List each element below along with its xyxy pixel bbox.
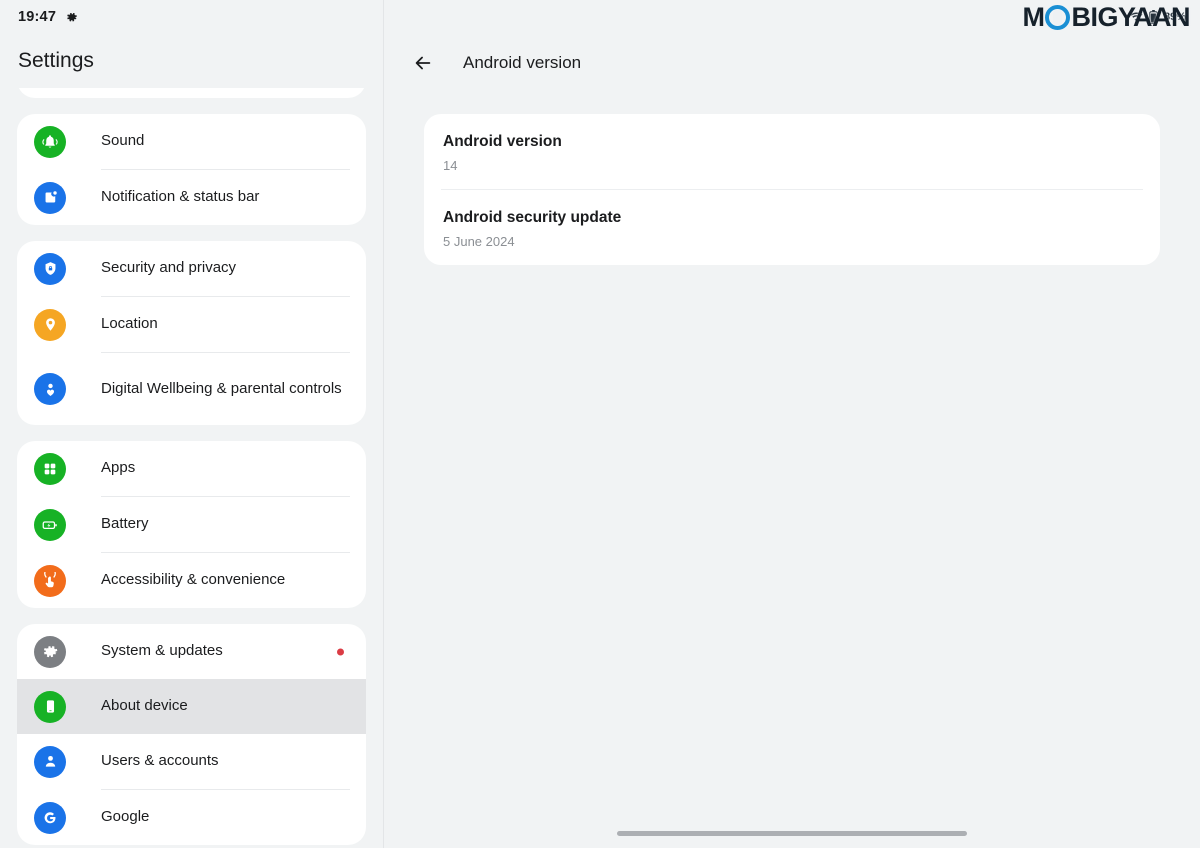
notification-card-icon: [34, 181, 66, 214]
location-pin-icon: [34, 308, 66, 341]
sidebar-item-notification-status-bar[interactable]: Notification & status bar: [17, 170, 366, 225]
sidebar-item-google[interactable]: Google: [17, 790, 366, 845]
settings-app-window: 19:47 89% M BIGYAAN Settings Sound Notif…: [0, 0, 1200, 848]
content-header: Android version: [384, 34, 1200, 92]
sidebar-item-about-device[interactable]: About device: [17, 679, 366, 734]
content-body: Android version 14 Android security upda…: [384, 92, 1200, 848]
sidebar-item-location[interactable]: Location: [17, 297, 366, 352]
sidebar-item-label: Location: [101, 315, 158, 333]
page-title: Settings: [18, 49, 94, 72]
watermark-text-after: BIGYAAN: [1071, 2, 1190, 32]
watermark-text-before: M: [1022, 2, 1045, 32]
sidebar-item-digital-wellbeing[interactable]: Digital Wellbeing & parental controls: [17, 353, 366, 425]
sidebar-item-label: Battery: [101, 515, 149, 533]
info-row-key: Android version: [443, 133, 562, 150]
status-badge: [337, 648, 344, 655]
shield-lock-icon: [34, 252, 66, 285]
info-row-android-security-update[interactable]: Android security update 5 June 2024: [441, 190, 1143, 265]
info-row-value: 14: [443, 158, 458, 174]
settings-sidebar: Settings Sound Notification & status bar…: [0, 0, 384, 848]
sidebar-item-label: Users & accounts: [101, 752, 219, 770]
sidebar-item-users-and-accounts[interactable]: Users & accounts: [17, 734, 366, 789]
google-g-icon: [34, 801, 66, 834]
info-row-value: 5 June 2024: [443, 234, 515, 250]
content-pane: Android version Android version 14 Andro…: [384, 0, 1200, 848]
sidebar-item-system-and-updates[interactable]: System & updates: [17, 624, 366, 679]
hand-touch-icon: [34, 564, 66, 597]
system-navigation-bar: [384, 818, 1200, 848]
bell-icon: [34, 125, 66, 158]
gear-icon: [34, 635, 66, 668]
info-row-key: Android security update: [443, 209, 622, 227]
sidebar-item-label: Accessibility & convenience: [101, 571, 286, 589]
sidebar-item-label: Digital Wellbeing & parental controls: [101, 379, 342, 397]
content-title: Android version: [463, 53, 582, 72]
sidebar-item-label: Apps: [101, 459, 136, 477]
person-icon: [34, 745, 66, 778]
android-version-card: Android version 14 Android security upda…: [424, 114, 1160, 266]
sidebar-item-label: Notification & status bar: [101, 188, 260, 206]
sidebar-item-battery[interactable]: Battery: [17, 497, 366, 552]
mobigyaan-watermark-logo: M BIGYAAN: [1022, 2, 1190, 33]
arrow-left-icon[interactable]: [410, 50, 436, 76]
battery-bolt-icon: [34, 508, 66, 541]
grid-apps-icon: [34, 452, 66, 485]
home-gesture-pill[interactable]: [617, 830, 967, 836]
sidebar-scroll-area[interactable]: Sound Notification & status bar Security…: [0, 88, 383, 848]
info-row-android-version[interactable]: Android version 14: [441, 114, 1143, 189]
sidebar-group-display: [17, 88, 366, 98]
sidebar-item-display[interactable]: [17, 88, 366, 98]
sidebar-item-label: Security and privacy: [101, 259, 237, 277]
watermark-o-ring-icon: [1045, 5, 1071, 30]
phone-device-icon: [34, 690, 66, 723]
sidebar-group-sound: Sound Notification & status bar: [17, 114, 366, 225]
sidebar-group-privacy: Security and privacy Location Digital We…: [17, 241, 366, 425]
person-heart-icon: [34, 373, 66, 405]
sidebar-item-apps[interactable]: Apps: [17, 441, 366, 496]
sidebar-group-apps: Apps Battery Accessibility & convenience: [17, 441, 366, 608]
sidebar-item-sound[interactable]: Sound: [17, 114, 366, 169]
sidebar-item-label: Google: [101, 808, 150, 826]
sidebar-item-label: About device: [101, 697, 188, 715]
sidebar-item-label: System & updates: [101, 642, 223, 660]
sidebar-item-security-and-privacy[interactable]: Security and privacy: [17, 241, 366, 296]
sidebar-item-accessibility[interactable]: Accessibility & convenience: [17, 553, 366, 608]
sidebar-item-label: Sound: [101, 132, 145, 150]
sidebar-group-system: System & updates About device Users & ac…: [17, 624, 366, 845]
